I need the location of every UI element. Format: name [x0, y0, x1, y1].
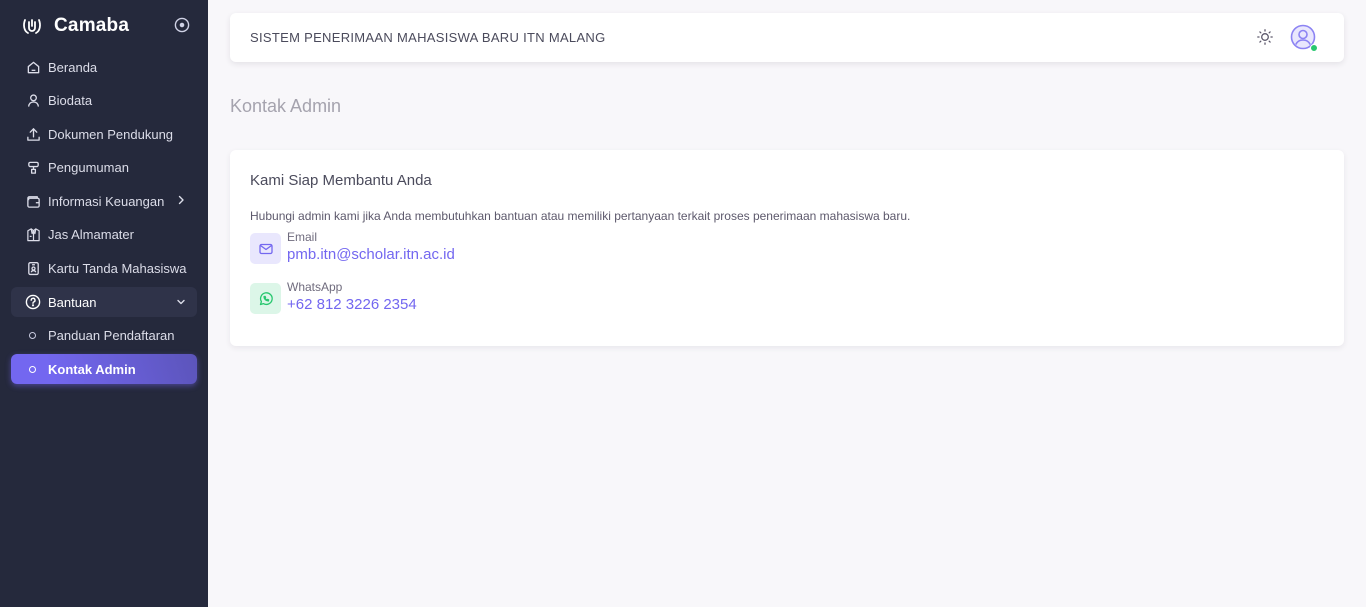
whatsapp-label: WhatsApp: [287, 280, 343, 294]
navbar-title: SISTEM PENERIMAAN MAHASISWA BARU ITN MAL…: [250, 30, 606, 45]
contact-card: Kami Siap Membantu Anda Hubungi admin ka…: [230, 150, 1344, 346]
sidebar-item-label: Jas Almamater: [48, 227, 134, 243]
card-title: Kami Siap Membantu Anda: [250, 172, 432, 189]
sidebar-item-bantuan[interactable]: Bantuan: [11, 287, 197, 318]
sidebar-item-label: Biodata: [48, 93, 93, 109]
chevron-down-icon: [175, 296, 187, 308]
camaba-logo-icon: [22, 16, 42, 36]
brand[interactable]: Camaba: [0, 0, 208, 52]
help-circle-icon: [25, 294, 41, 310]
sidebar-item-label: Beranda: [48, 59, 98, 75]
sidebar-item-label: Kontak Admin: [48, 361, 136, 377]
bullet-icon: [29, 365, 36, 373]
whatsapp-contact: WhatsApp +62 812 3226 2354: [250, 280, 1324, 333]
card-description: Hubungi admin kami jika Anda membutuhkan…: [250, 209, 911, 223]
sidebar-item-label: Informasi Keuangan: [48, 193, 165, 209]
sidebar-item-dokumen-pendukung[interactable]: Dokumen Pendukung: [11, 119, 197, 149]
top-navbar: SISTEM PENERIMAAN MAHASISWA BARU ITN MAL…: [230, 13, 1344, 62]
sidebar-item-kontak-admin[interactable]: Kontak Admin: [11, 354, 197, 385]
sidebar-item-biodata[interactable]: Biodata: [11, 86, 197, 116]
sidebar-menu: Beranda Biodata Dokumen Pendukung Pengum…: [0, 52, 208, 385]
sidebar-item-label: Panduan Pendaftaran: [48, 328, 175, 344]
user-circle-icon[interactable]: [1290, 24, 1318, 52]
home-icon: [25, 59, 41, 75]
user-icon: [25, 93, 41, 109]
online-status-badge: [1310, 44, 1318, 52]
sidebar-item-informasi-keuangan[interactable]: Informasi Keuangan: [11, 186, 197, 216]
sidebar-item-label: Bantuan: [48, 294, 97, 310]
whatsapp-text: WhatsApp +62 812 3226 2354: [287, 279, 417, 315]
sidebar-item-beranda[interactable]: Beranda: [11, 52, 197, 82]
sun-icon[interactable]: [1256, 28, 1274, 46]
page-title: Kontak Admin: [230, 96, 342, 116]
wallet-icon: [25, 193, 41, 209]
mail-icon: [250, 233, 281, 264]
whatsapp-link[interactable]: +62 812 3226 2354: [287, 295, 417, 315]
upload-icon: [25, 126, 41, 142]
sidebar-item-label: Pengumuman: [48, 160, 129, 176]
email-label: Email: [287, 230, 318, 244]
sidebar-item-jas-almamater[interactable]: Jas Almamater: [11, 220, 197, 250]
brand-name: Camaba: [54, 15, 130, 36]
sidebar-item-label: Kartu Tanda Mahasiswa: [48, 261, 187, 277]
sidebar-item-pengumuman[interactable]: Pengumuman: [11, 153, 197, 183]
sidebar-item-kartu-tanda-mahasiswa[interactable]: Kartu Tanda Mahasiswa: [11, 254, 197, 284]
email-text: Email pmb.itn@scholar.itn.ac.id: [287, 229, 455, 265]
id-badge-icon: [25, 261, 41, 277]
email-contact: Email pmb.itn@scholar.itn.ac.id: [250, 230, 1324, 283]
whatsapp-icon: [250, 283, 281, 314]
email-link[interactable]: pmb.itn@scholar.itn.ac.id: [287, 245, 455, 265]
chevron-right-icon: [175, 194, 187, 206]
sidebar-item-label: Dokumen Pendukung: [48, 126, 174, 142]
sidebar-item-panduan-pendaftaran[interactable]: Panduan Pendaftaran: [11, 321, 197, 351]
jacket-icon: [25, 227, 41, 243]
bullet-icon: [29, 332, 36, 340]
circle-dot-icon[interactable]: [174, 17, 190, 33]
announcement-icon: [25, 160, 41, 176]
sidebar: Camaba Beranda Biodata Dokumen Pendukung…: [0, 0, 208, 607]
